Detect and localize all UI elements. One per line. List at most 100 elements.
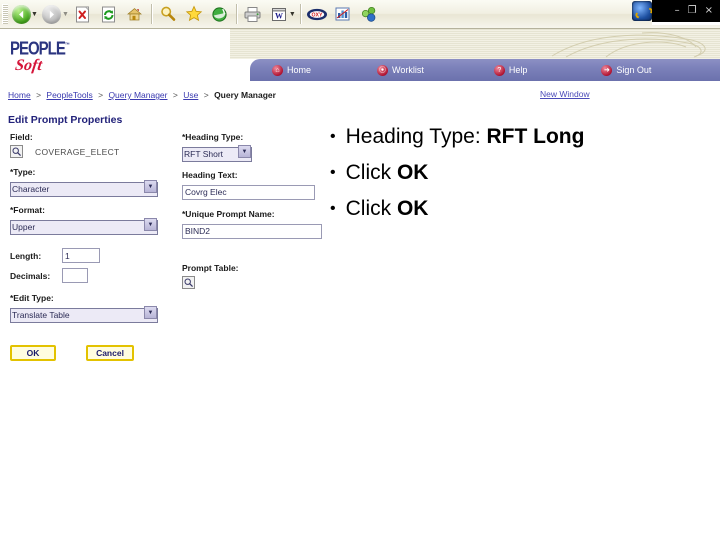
nav-item-worklist[interactable]: ⦿ Worklist bbox=[377, 64, 424, 76]
home-icon bbox=[127, 8, 143, 21]
nav-item-home[interactable]: ⌂ Home bbox=[272, 64, 312, 76]
heading-text-input[interactable] bbox=[182, 184, 315, 200]
unique-prompt-name-input[interactable] bbox=[182, 223, 322, 239]
breadcrumb-item-home[interactable]: Home bbox=[8, 90, 31, 100]
minimize-button[interactable]: – bbox=[671, 6, 684, 16]
forward-arrow-icon bbox=[42, 4, 62, 24]
history-button[interactable] bbox=[207, 2, 233, 26]
bullet-item: • Heading Type: RFT Long bbox=[330, 124, 710, 150]
messenger-button[interactable] bbox=[356, 2, 382, 26]
nav-item-help[interactable]: ? Help bbox=[493, 64, 528, 76]
unique-prompt-name-label: *Unique Prompt Name: bbox=[182, 209, 275, 219]
format-select-wrapper: Upper ▼ bbox=[10, 217, 158, 235]
oxy-button[interactable]: OXY bbox=[304, 2, 330, 26]
page-title: Edit Prompt Properties bbox=[8, 114, 123, 126]
form-column-middle: *Heading Type: RFT Short ▼ Heading Text:… bbox=[182, 132, 332, 298]
heading-text-label: Heading Text: bbox=[182, 170, 238, 180]
logo-tm: ™ bbox=[64, 42, 70, 50]
format-select[interactable]: Upper bbox=[10, 219, 158, 235]
toolbar-separator bbox=[150, 4, 152, 24]
heading-type-select-wrapper: RFT Short ▼ bbox=[182, 144, 252, 162]
refresh-icon bbox=[101, 6, 115, 22]
peoplesoft-logo: PEOPLE™ Soft bbox=[10, 37, 70, 75]
window-controls: – ❐ × bbox=[652, 0, 720, 22]
home-icon: ⌂ bbox=[272, 64, 283, 76]
heading-type-select[interactable]: RFT Short bbox=[182, 146, 252, 162]
nav-item-signout[interactable]: ➜ Sign Out bbox=[601, 64, 651, 76]
chart-icon bbox=[335, 7, 350, 21]
back-arrow-icon bbox=[11, 4, 31, 24]
prompt-table-label: Prompt Table: bbox=[182, 263, 239, 273]
length-row: Length: bbox=[10, 248, 170, 263]
navbar-underlay bbox=[250, 81, 720, 87]
home-button[interactable] bbox=[122, 2, 148, 26]
new-window-link[interactable]: New Window bbox=[540, 89, 590, 99]
star-icon bbox=[185, 5, 203, 22]
signout-icon: ➜ bbox=[601, 64, 613, 76]
nav-item-worklist-label: Worklist bbox=[392, 65, 424, 75]
field-value: COVERAGE_ELECT bbox=[35, 146, 120, 157]
search-button[interactable] bbox=[155, 2, 181, 26]
edit-word-button[interactable]: W bbox=[266, 2, 292, 26]
edit-type-select-wrapper: Translate Table ▼ bbox=[10, 305, 158, 323]
breadcrumb-item-peopletools[interactable]: PeopleTools bbox=[46, 90, 92, 100]
print-button[interactable] bbox=[240, 2, 266, 26]
edit-type-select[interactable]: Translate Table bbox=[10, 307, 158, 323]
breadcrumb-current: Query Manager bbox=[214, 90, 276, 100]
forward-button[interactable] bbox=[39, 2, 65, 26]
breadcrumb-item-use[interactable]: Use bbox=[183, 90, 198, 100]
cancel-button[interactable]: Cancel bbox=[86, 345, 134, 361]
edit-type-label: *Edit Type: bbox=[10, 293, 54, 303]
ok-button[interactable]: OK bbox=[10, 345, 56, 361]
decimals-input[interactable] bbox=[62, 268, 88, 283]
prompt-table-row bbox=[182, 276, 332, 289]
peoplesoft-navbar: ⌂ Home ⦿ Worklist ? Help ➜ Sign Out bbox=[250, 59, 720, 81]
favorites-button[interactable] bbox=[181, 2, 207, 26]
decimals-label: Decimals: bbox=[10, 270, 51, 281]
heading-type-label: *Heading Type: bbox=[182, 132, 244, 142]
stop-icon bbox=[75, 6, 89, 22]
bullet-emphasis: RFT Long bbox=[486, 125, 585, 148]
refresh-button[interactable] bbox=[96, 2, 122, 26]
form-buttons: OK Cancel bbox=[10, 345, 170, 361]
close-button[interactable]: × bbox=[701, 6, 717, 16]
length-input[interactable] bbox=[62, 248, 100, 263]
stop-button[interactable] bbox=[70, 2, 96, 26]
breadcrumb-separator: > bbox=[203, 90, 209, 100]
peoplesoft-header: PEOPLE™ Soft ⌂ Home ⦿ Worklist ? Help ➜ … bbox=[0, 29, 720, 87]
breadcrumb-separator: > bbox=[36, 90, 42, 100]
field-row: COVERAGE_ELECT bbox=[10, 145, 170, 158]
type-label: *Type: bbox=[10, 167, 36, 177]
breadcrumb-separator: > bbox=[172, 90, 178, 100]
nav-item-help-label: Help bbox=[508, 65, 528, 75]
chart-button[interactable] bbox=[330, 2, 356, 26]
printer-icon bbox=[244, 6, 261, 22]
restore-button[interactable]: ❐ bbox=[684, 6, 701, 16]
browser-toolbar: ▼ ▼ W ▼ OXY bbox=[0, 0, 720, 29]
breadcrumb-item-query-manager[interactable]: Query Manager bbox=[108, 90, 167, 100]
bullet-text: Click bbox=[345, 161, 397, 184]
bullet-glyph: • bbox=[330, 128, 336, 145]
field-label: Field: bbox=[10, 132, 33, 142]
type-select[interactable]: Character bbox=[10, 181, 158, 197]
nav-item-home-label: Home bbox=[287, 65, 312, 75]
caption-underline bbox=[652, 22, 720, 25]
breadcrumb: Home > PeopleTools > Query Manager > Use… bbox=[8, 90, 276, 100]
bullet-emphasis: OK bbox=[396, 197, 429, 220]
oxy-logo-icon: OXY bbox=[306, 8, 327, 20]
form-column-left: Field: COVERAGE_ELECT *Type: Character ▼… bbox=[10, 132, 170, 361]
bullet-glyph: • bbox=[330, 200, 336, 217]
format-label: *Format: bbox=[10, 205, 45, 215]
magnifier-lookup-icon[interactable] bbox=[182, 276, 195, 289]
back-button[interactable] bbox=[8, 2, 34, 26]
help-icon: ? bbox=[493, 64, 505, 76]
logo-soft-text: Soft bbox=[14, 57, 44, 74]
bullet-item: • Click OK bbox=[330, 196, 710, 222]
history-icon bbox=[212, 6, 227, 22]
magnifier-lookup-icon[interactable] bbox=[10, 145, 23, 158]
type-select-wrapper: Character ▼ bbox=[10, 179, 158, 197]
toolbar-separator bbox=[299, 4, 301, 24]
word-icon: W bbox=[271, 7, 286, 21]
browser-logo-icon bbox=[632, 1, 652, 21]
header-swirl-decoration bbox=[551, 32, 706, 58]
